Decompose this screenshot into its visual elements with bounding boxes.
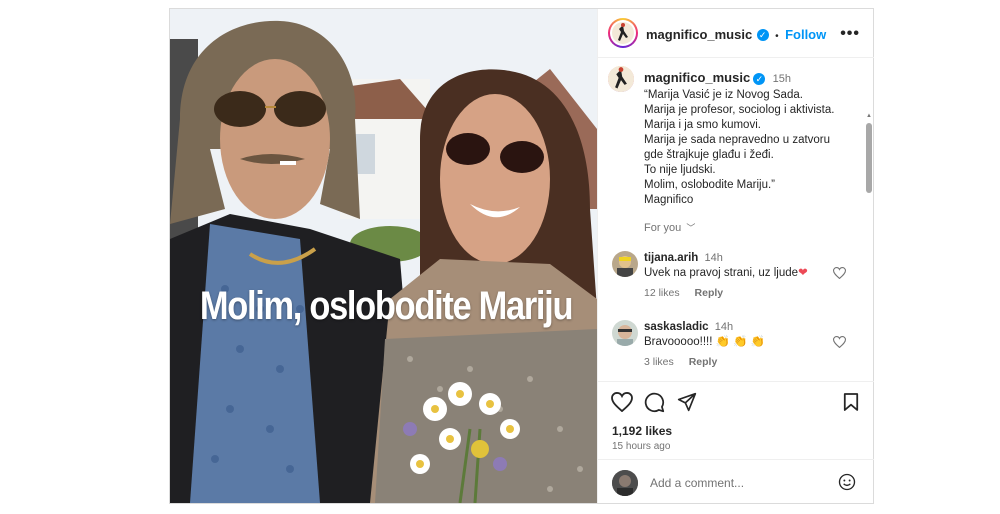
clap-emoji: 👏 👏 👏 — [715, 336, 765, 348]
commenter-avatar[interactable] — [612, 320, 638, 346]
post-timestamp[interactable]: 15 hours ago — [612, 441, 670, 452]
share-send-icon[interactable] — [677, 392, 697, 412]
caption-username[interactable]: magnifico_music — [644, 70, 750, 85]
caption-line: Magnifico — [644, 194, 694, 206]
commenter-avatar[interactable] — [612, 251, 638, 277]
caption: magnifico_music ✓ 15h “Marija Vasić je i… — [644, 70, 859, 208]
commenter-avatar-image — [612, 251, 638, 277]
comments-list: magnifico_music ✓ 15h “Marija Vasić je i… — [598, 58, 874, 376]
caption-time[interactable]: 15h — [773, 73, 791, 85]
comment-time[interactable]: 14h — [715, 321, 733, 333]
caption-line: To nije ljudski. — [644, 164, 716, 176]
comment-bubble-icon[interactable] — [644, 392, 665, 413]
comment-item: tijana.arih 14h Uvek na pravoj strani, u… — [612, 251, 862, 311]
current-user-avatar — [612, 470, 638, 496]
reply-button[interactable]: Reply — [695, 287, 724, 299]
emoji-smiley-icon[interactable] — [838, 473, 856, 491]
scrollbar-thumb[interactable] — [866, 123, 872, 193]
caption-line: Molim, oslobodite Mariju.” — [644, 179, 776, 191]
comment-likes[interactable]: 12 likes — [644, 287, 680, 299]
header-username[interactable]: magnifico_music — [646, 27, 752, 42]
likes-count[interactable]: 1,192 likes — [612, 424, 672, 438]
caption-line: Marija i ja smo kumovi. — [644, 119, 761, 131]
post-card: Molim, oslobodite Mariju magnifico_music… — [169, 8, 874, 504]
for-you-label: For you — [644, 222, 682, 234]
caption-avatar-figure-icon — [608, 66, 634, 92]
header-separator: • — [775, 31, 779, 42]
header-user-line: magnifico_music ✓ • Follow — [646, 26, 826, 44]
like-comment-icon[interactable] — [833, 336, 846, 348]
caption-line: “Marija Vasić je iz Novog Sada. — [644, 89, 803, 101]
follow-button[interactable]: Follow — [785, 27, 826, 42]
comments-scrollbar[interactable]: ▲ ▼ — [866, 113, 872, 376]
caption-avatar[interactable] — [608, 66, 634, 92]
for-you-toggle[interactable]: For you ﹀ — [644, 221, 695, 234]
comment-text: Uvek na pravoj strani, uz ljude — [644, 267, 799, 279]
caption-line: Marija je profesor, sociolog i aktivista… — [644, 104, 835, 116]
scroll-up-arrow-icon[interactable]: ▲ — [866, 113, 872, 119]
caption-verified-icon: ✓ — [753, 72, 766, 85]
post-side-panel: magnifico_music ✓ • Follow ••• magnifico… — [597, 9, 874, 503]
image-overlay-text: Molim, oslobodite Mariju — [199, 284, 574, 328]
avatar-figure-icon — [618, 23, 628, 41]
commenter-avatar-image — [612, 320, 638, 346]
chevron-down-icon: ﹀ — [686, 223, 696, 233]
current-user-avatar-image — [612, 470, 638, 496]
post-header: magnifico_music ✓ • Follow ••• — [598, 9, 874, 58]
comment-time[interactable]: 14h — [705, 252, 723, 264]
comment-text: Bravooooo!!!! — [644, 336, 716, 348]
photo-illustration — [170, 9, 597, 503]
comment-item: saskasladic 14h Bravooooo!!!! 👏 👏 👏 3 li… — [612, 320, 862, 376]
heart-emoji: ❤ — [798, 267, 808, 279]
commenter-username[interactable]: saskasladic — [644, 321, 709, 333]
add-comment-input[interactable] — [648, 472, 832, 494]
comment-likes[interactable]: 3 likes — [644, 356, 674, 368]
save-bookmark-icon[interactable] — [843, 392, 859, 412]
caption-line: Marija je sada nepravedno u zatvoru — [644, 134, 831, 146]
like-heart-icon[interactable] — [611, 392, 633, 412]
post-actions: 1,192 likes 15 hours ago — [598, 381, 874, 460]
reply-button[interactable]: Reply — [689, 356, 718, 368]
caption-line: gde štrajkuje glađu i žeđi. — [644, 149, 774, 161]
like-comment-icon[interactable] — [833, 267, 846, 279]
more-options-icon[interactable]: ••• — [840, 25, 860, 43]
post-image[interactable]: Molim, oslobodite Mariju — [170, 9, 597, 503]
author-avatar[interactable] — [608, 18, 638, 48]
commenter-username[interactable]: tijana.arih — [644, 252, 698, 264]
add-comment-bar — [598, 459, 874, 504]
verified-icon: ✓ — [756, 28, 769, 41]
